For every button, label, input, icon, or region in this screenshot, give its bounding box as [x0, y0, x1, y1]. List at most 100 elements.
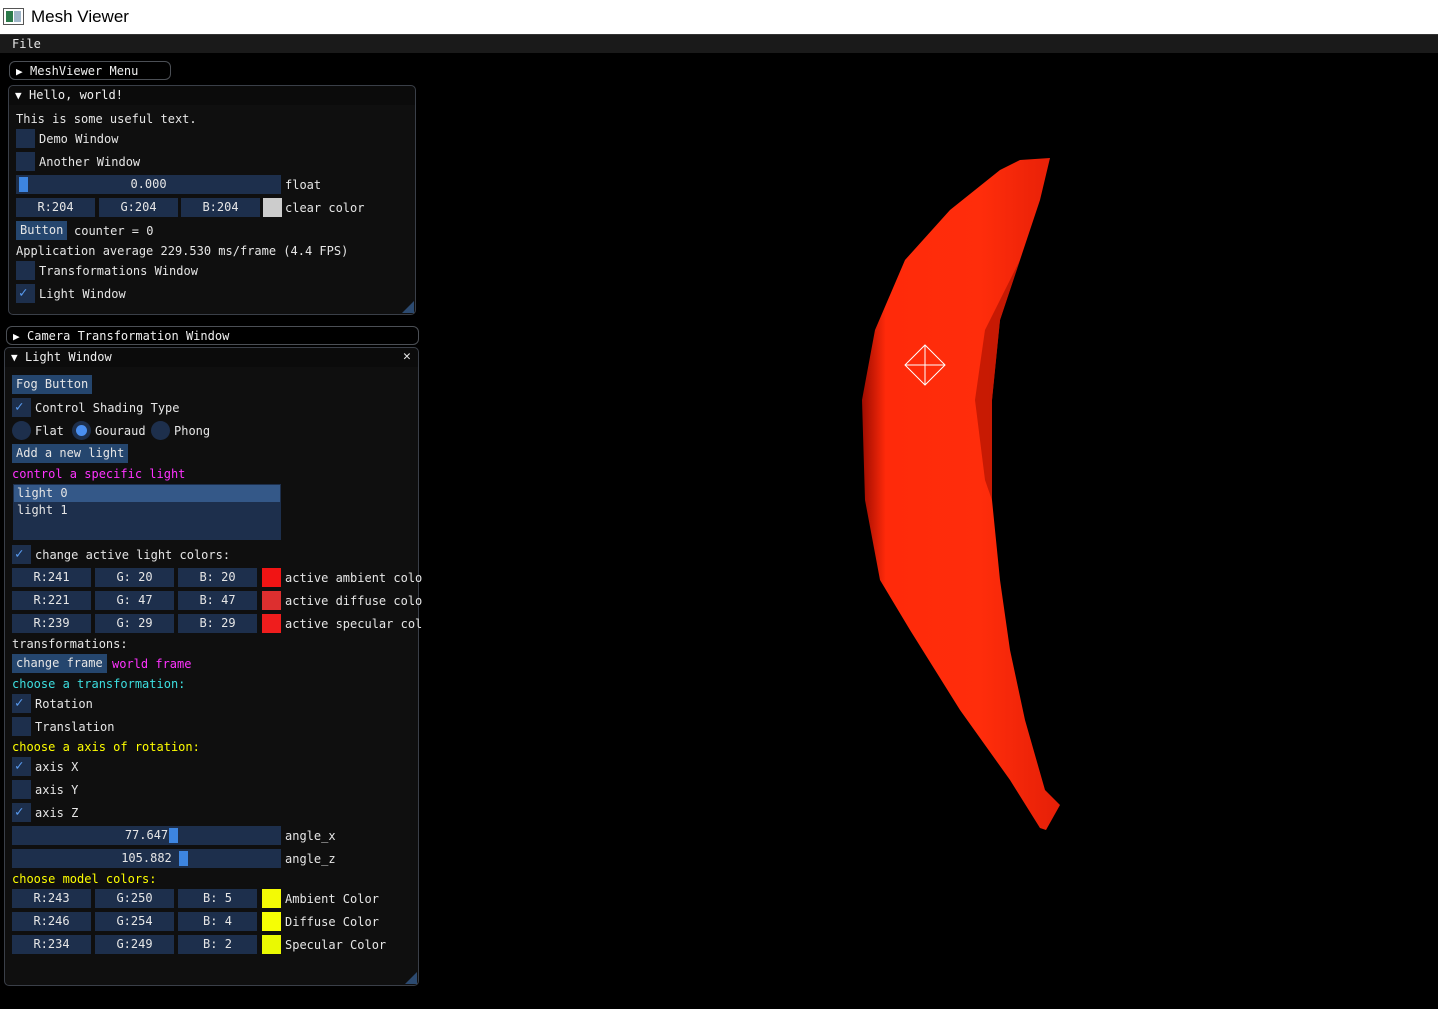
- clear-color-swatch[interactable]: [263, 198, 282, 217]
- model-specular-swatch[interactable]: [262, 935, 281, 954]
- diffuse-swatch[interactable]: [262, 591, 281, 610]
- specular-b[interactable]: B: 29: [178, 614, 257, 633]
- angle-z-label: angle_z: [285, 852, 336, 866]
- add-light-button[interactable]: Add a new light: [12, 444, 129, 463]
- model-diffuse-g[interactable]: G:254: [95, 912, 174, 931]
- control-shading-checkbox[interactable]: ✓: [12, 398, 31, 417]
- shading-phong-label: Phong: [174, 424, 211, 438]
- ambient-b[interactable]: B: 20: [178, 568, 257, 587]
- angle-x-value: 77.647: [124, 828, 169, 842]
- axis-z-label: axis Z: [35, 806, 79, 820]
- change-active-colors-label: change active light colors:: [35, 548, 231, 562]
- angle-z-slider-grab[interactable]: [179, 851, 188, 866]
- model-specular-b[interactable]: B: 2: [178, 935, 257, 954]
- rotation-checkbox[interactable]: ✓: [12, 694, 31, 713]
- light-window: ▼ Light Window ✕ Fog Button ✓ Control Sh…: [4, 347, 423, 986]
- model-specular-label: Specular Color: [285, 938, 387, 952]
- model-ambient-r[interactable]: R:243: [12, 889, 91, 908]
- angle-x-slider[interactable]: 77.647: [12, 826, 281, 845]
- model-diffuse-r[interactable]: R:246: [12, 912, 91, 931]
- menubar: File: [0, 34, 1438, 53]
- check-icon: ✓: [15, 546, 24, 562]
- specular-r[interactable]: R:239: [12, 614, 91, 633]
- check-icon: ✓: [15, 804, 24, 820]
- useful-text: This is some useful text.: [16, 112, 197, 126]
- resize-grip-icon[interactable]: [402, 301, 414, 313]
- control-specific-light-heading: control a specific light: [12, 467, 186, 481]
- resize-grip-icon[interactable]: [405, 972, 417, 984]
- frame-label: world frame: [112, 657, 192, 671]
- specular-swatch[interactable]: [262, 614, 281, 633]
- model-ambient-swatch[interactable]: [262, 889, 281, 908]
- model-ambient-b[interactable]: B: 5: [178, 889, 257, 908]
- close-icon[interactable]: ✕: [403, 349, 411, 364]
- meshviewer-menu-title: MeshViewer Menu: [30, 64, 139, 78]
- float-slider[interactable]: 0.000: [16, 175, 281, 194]
- model-ambient-g[interactable]: G:250: [95, 889, 174, 908]
- axis-x-checkbox[interactable]: ✓: [12, 757, 31, 776]
- check-icon: ✓: [19, 285, 28, 301]
- meshviewer-menu-window[interactable]: ▶ MeshViewer Menu: [9, 61, 171, 80]
- collapse-arrow-icon[interactable]: ▼: [11, 351, 18, 364]
- axis-x-label: axis X: [35, 760, 79, 774]
- float-label: float: [285, 178, 322, 192]
- ambient-g[interactable]: G: 20: [95, 568, 174, 587]
- lights-listbox[interactable]: light 0 light 1: [13, 484, 281, 540]
- light-window-title: Light Window: [25, 350, 112, 364]
- diffuse-g[interactable]: G: 47: [95, 591, 174, 610]
- check-icon: ✓: [15, 695, 24, 711]
- shading-flat-radio[interactable]: [12, 421, 31, 440]
- angle-z-slider[interactable]: 105.882: [12, 849, 281, 868]
- mesh-model: [862, 158, 1060, 830]
- ambient-swatch[interactable]: [262, 568, 281, 587]
- hello-window-titlebar[interactable]: ▼ Hello, world!: [9, 86, 415, 105]
- camera-transformation-window[interactable]: ▶ Camera Transformation Window: [6, 326, 419, 345]
- collapse-arrow-icon[interactable]: ▶: [16, 65, 23, 78]
- light-list-item[interactable]: light 0: [14, 485, 280, 502]
- collapse-arrow-icon[interactable]: ▼: [15, 89, 22, 102]
- shading-gouraud-label: Gouraud: [95, 424, 146, 438]
- demo-window-checkbox[interactable]: [16, 129, 35, 148]
- clear-color-r[interactable]: R:204: [16, 198, 95, 217]
- specular-g[interactable]: G: 29: [95, 614, 174, 633]
- menu-file[interactable]: File: [12, 37, 41, 51]
- light-window-checkbox[interactable]: ✓: [16, 284, 35, 303]
- shading-phong-radio[interactable]: [151, 421, 170, 440]
- choose-axis-heading: choose a axis of rotation:: [12, 740, 200, 754]
- clear-color-g[interactable]: G:204: [99, 198, 178, 217]
- diffuse-r[interactable]: R:221: [12, 591, 91, 610]
- transformations-window-checkbox[interactable]: [16, 261, 35, 280]
- change-active-colors-checkbox[interactable]: ✓: [12, 545, 31, 564]
- axis-z-checkbox[interactable]: ✓: [12, 803, 31, 822]
- angle-x-slider-grab[interactable]: [169, 828, 178, 843]
- change-frame-button[interactable]: change frame: [12, 654, 107, 673]
- angle-x-label: angle_x: [285, 829, 336, 843]
- translation-checkbox[interactable]: [12, 717, 31, 736]
- light-window-label: Light Window: [39, 287, 126, 301]
- choose-transformation-heading: choose a transformation:: [12, 677, 186, 691]
- angle-z-value: 105.882: [121, 851, 172, 865]
- light-window-titlebar[interactable]: ▼ Light Window ✕: [5, 348, 418, 367]
- model-diffuse-swatch[interactable]: [262, 912, 281, 931]
- ambient-r[interactable]: R:241: [12, 568, 91, 587]
- rotation-label: Rotation: [35, 697, 93, 711]
- hello-button[interactable]: Button: [16, 221, 68, 240]
- fps-text: Application average 229.530 ms/frame (4.…: [16, 244, 349, 258]
- model-diffuse-label: Diffuse Color: [285, 915, 379, 929]
- model-specular-g[interactable]: G:249: [95, 935, 174, 954]
- axis-y-checkbox[interactable]: [12, 780, 31, 799]
- model-specular-r[interactable]: R:234: [12, 935, 91, 954]
- diffuse-label: active diffuse colo: [285, 594, 423, 608]
- another-window-checkbox[interactable]: [16, 152, 35, 171]
- fog-button[interactable]: Fog Button: [12, 375, 93, 394]
- collapse-arrow-icon[interactable]: ▶: [13, 330, 20, 343]
- model-diffuse-b[interactable]: B: 4: [178, 912, 257, 931]
- shading-gouraud-radio[interactable]: [72, 421, 91, 440]
- clear-color-b[interactable]: B:204: [181, 198, 260, 217]
- check-icon: ✓: [15, 399, 24, 415]
- diffuse-b[interactable]: B: 47: [178, 591, 257, 610]
- shading-flat-label: Flat: [35, 424, 64, 438]
- light-list-item[interactable]: light 1: [14, 502, 280, 519]
- float-slider-grab[interactable]: [19, 177, 28, 192]
- specular-label: active specular col: [285, 617, 423, 631]
